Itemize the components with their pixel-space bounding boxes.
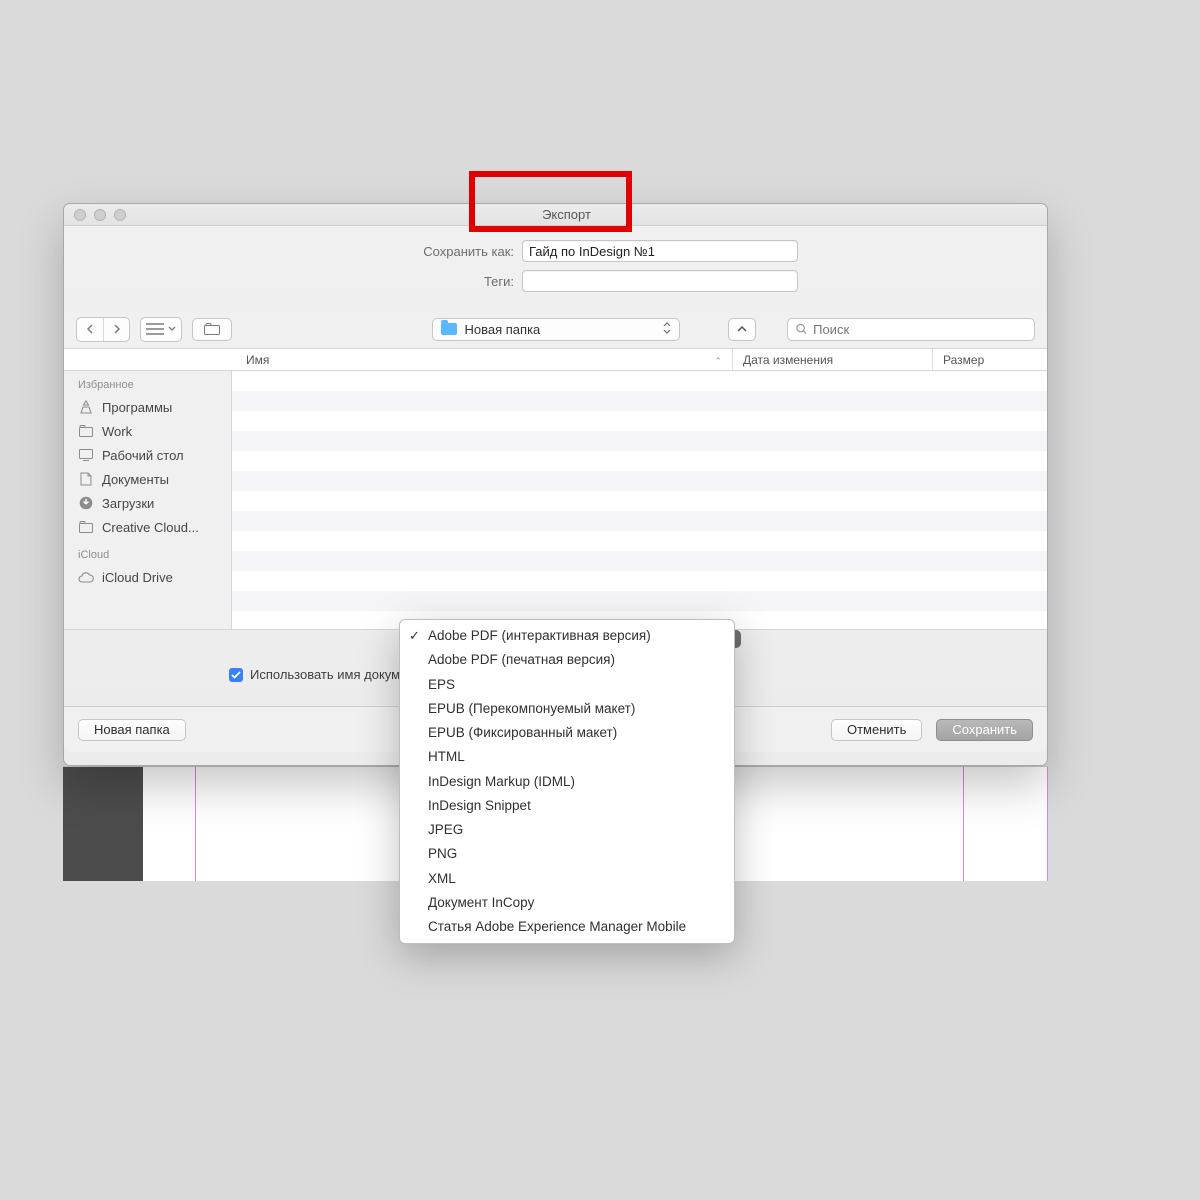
titlebar: Экспорт	[64, 204, 1047, 226]
finder-toolbar: Новая папка	[64, 310, 1047, 348]
sidebar-item-applications[interactable]: Программы	[64, 395, 231, 419]
sidebar-item-label: Программы	[102, 400, 172, 415]
format-option[interactable]: Adobe PDF (интерактивная версия)	[400, 624, 734, 648]
sidebar-item-documents[interactable]: Документы	[64, 467, 231, 491]
sidebar-item-label: Work	[102, 424, 132, 439]
folder-icon	[441, 323, 457, 335]
guide-line	[963, 767, 964, 881]
sidebar-item-desktop[interactable]: Рабочий стол	[64, 443, 231, 467]
format-option[interactable]: Статья Adobe Experience Manager Mobile	[400, 915, 734, 939]
list-row	[232, 551, 1047, 571]
list-row	[232, 571, 1047, 591]
sidebar-item-icloud-drive[interactable]: iCloud Drive	[64, 565, 231, 589]
format-option[interactable]: InDesign Markup (IDML)	[400, 770, 734, 794]
guide-line	[195, 767, 196, 881]
desktop-icon	[78, 447, 94, 463]
close-window-button[interactable]	[74, 209, 86, 221]
list-row	[232, 411, 1047, 431]
column-date[interactable]: Дата изменения	[732, 349, 932, 370]
window-controls	[64, 209, 136, 221]
cloud-icon	[78, 569, 94, 585]
list-row	[232, 451, 1047, 471]
guide-line	[1047, 767, 1048, 881]
sidebar-item-downloads[interactable]: Загрузки	[64, 491, 231, 515]
list-row	[232, 591, 1047, 611]
list-row	[232, 371, 1047, 391]
format-option[interactable]: Adobe PDF (печатная версия)	[400, 648, 734, 672]
tags-label: Теги:	[64, 274, 522, 289]
format-dropdown-menu: Adobe PDF (интерактивная версия)Adobe PD…	[399, 619, 735, 944]
sidebar-item-label: Загрузки	[102, 496, 154, 511]
dialog-title: Экспорт	[136, 207, 1047, 222]
sidebar-heading-icloud: iCloud	[64, 547, 231, 565]
search-input[interactable]	[813, 322, 1026, 337]
list-row	[232, 491, 1047, 511]
format-option[interactable]: Документ InCopy	[400, 891, 734, 915]
chevron-updown-icon	[663, 322, 671, 337]
format-option[interactable]: EPS	[400, 673, 734, 697]
format-option[interactable]: EPUB (Перекомпонуемый макет)	[400, 697, 734, 721]
forward-button[interactable]	[103, 318, 129, 341]
sidebar: Избранное Программы Work Рабочий стол До…	[64, 371, 232, 629]
folder-path-button[interactable]: Новая папка	[432, 318, 680, 341]
applications-icon	[78, 399, 94, 415]
list-row	[232, 531, 1047, 551]
format-label: Формат	[64, 640, 456, 655]
folder-icon	[78, 423, 94, 439]
save-fields: Сохранить как: Теги:	[64, 226, 1047, 310]
expand-button[interactable]	[728, 318, 756, 341]
sidebar-item-label: Creative Cloud...	[102, 520, 199, 535]
format-option[interactable]: XML	[400, 867, 734, 891]
downloads-icon	[78, 495, 94, 511]
search-icon	[796, 323, 807, 335]
group-button[interactable]	[192, 318, 232, 341]
documents-icon	[78, 471, 94, 487]
list-row	[232, 391, 1047, 411]
column-size[interactable]: Размер	[932, 349, 1047, 370]
sort-asc-icon: ⌃	[714, 356, 722, 367]
checkbox-checked-icon	[229, 668, 243, 682]
format-option[interactable]: HTML	[400, 745, 734, 769]
list-row	[232, 511, 1047, 531]
list-view-icon	[141, 318, 181, 341]
format-option[interactable]: JPEG	[400, 818, 734, 842]
format-option[interactable]: EPUB (Фиксированный макет)	[400, 721, 734, 745]
sidebar-item-work[interactable]: Work	[64, 419, 231, 443]
list-row	[232, 431, 1047, 451]
tags-input[interactable]	[522, 270, 798, 292]
sidebar-item-label: Рабочий стол	[102, 448, 184, 463]
folder-path-label: Новая папка	[465, 322, 541, 337]
zoom-window-button[interactable]	[114, 209, 126, 221]
format-option[interactable]: InDesign Snippet	[400, 794, 734, 818]
sidebar-heading-favorites: Избранное	[64, 377, 231, 395]
nav-segment	[76, 317, 130, 342]
folder-icon	[78, 519, 94, 535]
save-button[interactable]: Сохранить	[936, 719, 1033, 741]
column-headers: Имя ⌃ Дата изменения Размер	[64, 348, 1047, 371]
file-list[interactable]	[232, 371, 1047, 629]
list-row	[232, 471, 1047, 491]
column-name[interactable]: Имя ⌃	[232, 353, 732, 367]
minimize-window-button[interactable]	[94, 209, 106, 221]
format-option[interactable]: PNG	[400, 842, 734, 866]
save-as-label: Сохранить как:	[64, 244, 522, 259]
back-button[interactable]	[77, 318, 103, 341]
sidebar-item-creative-cloud[interactable]: Creative Cloud...	[64, 515, 231, 539]
view-mode-button[interactable]	[140, 317, 182, 342]
new-folder-button[interactable]: Новая папка	[78, 719, 186, 741]
sidebar-item-label: Документы	[102, 472, 169, 487]
save-as-input[interactable]	[522, 240, 798, 262]
sidebar-item-label: iCloud Drive	[102, 570, 173, 585]
cancel-button[interactable]: Отменить	[831, 719, 922, 741]
search-field[interactable]	[787, 318, 1035, 341]
